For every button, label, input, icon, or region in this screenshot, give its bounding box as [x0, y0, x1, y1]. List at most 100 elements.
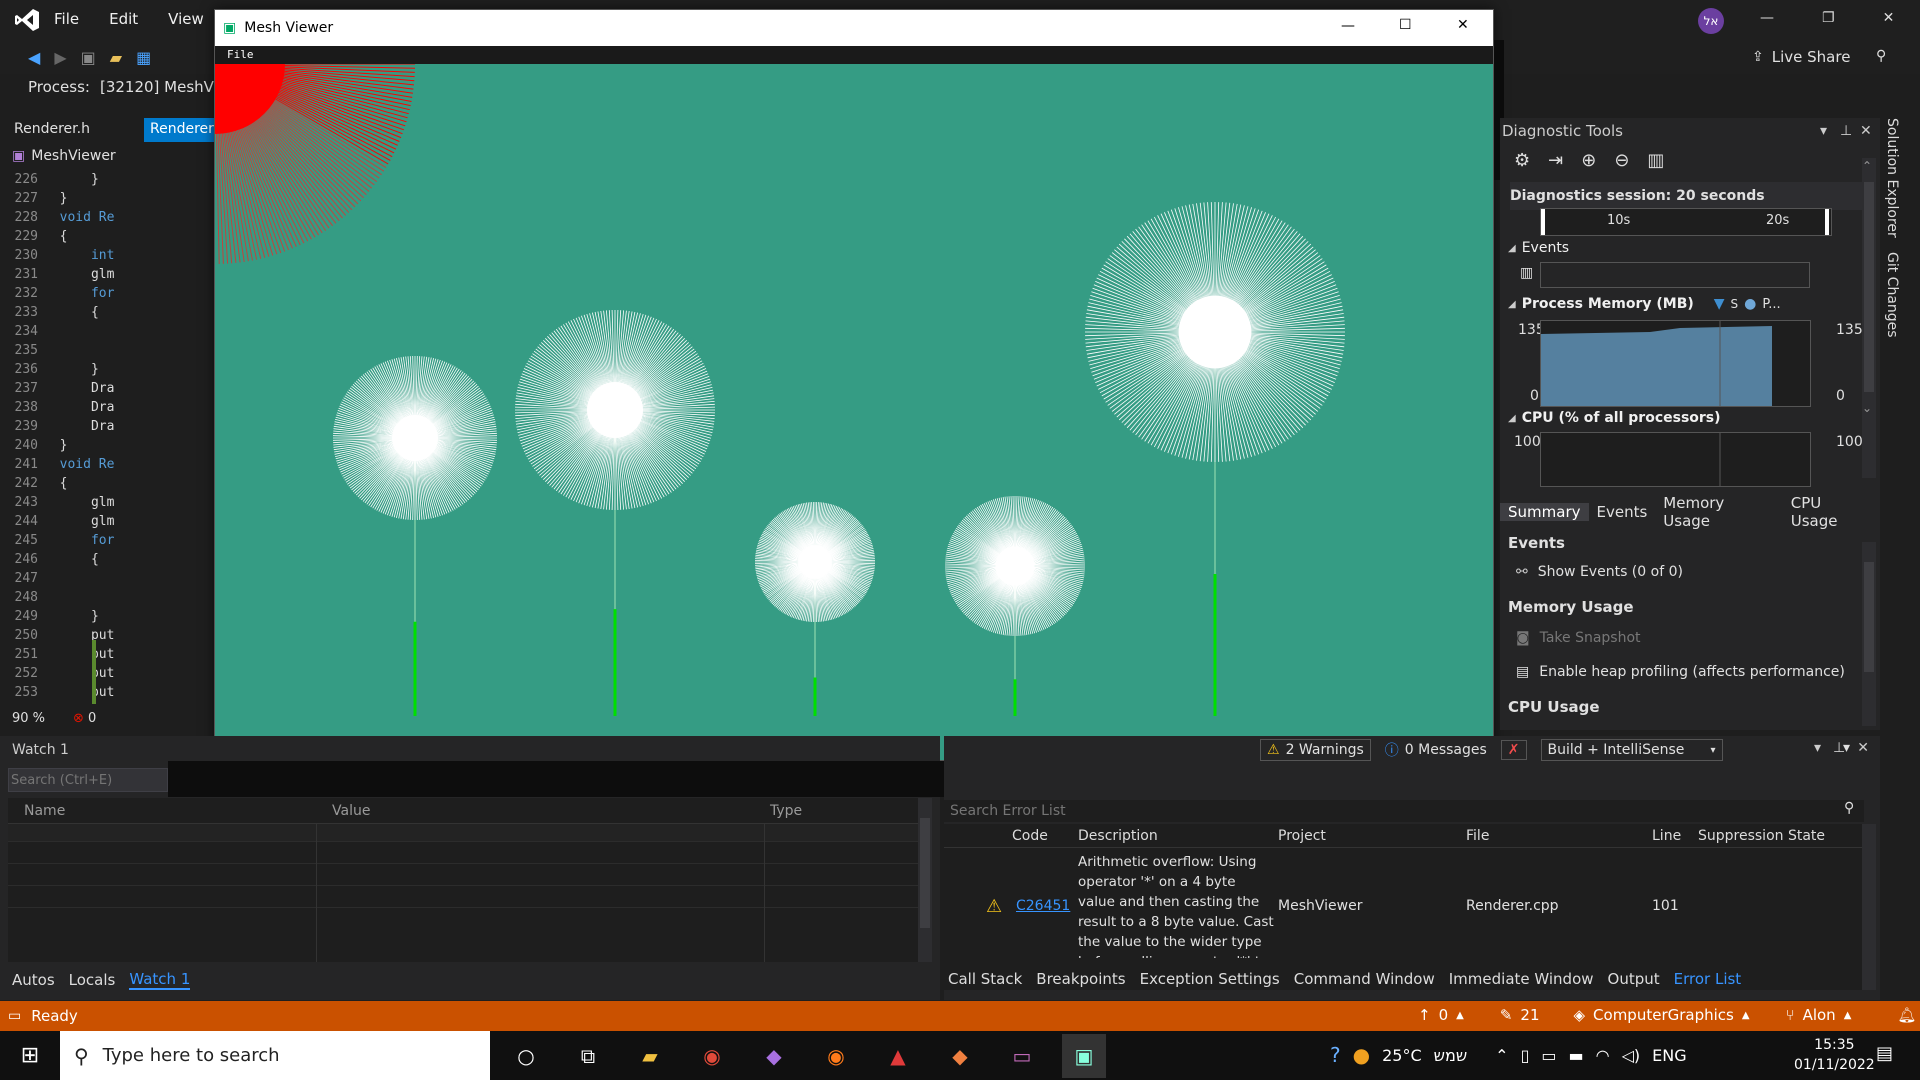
- tab-summary[interactable]: Summary: [1500, 503, 1589, 521]
- code-line[interactable]: 253 put: [0, 683, 170, 702]
- taskbar-search[interactable]: ⚲ Type here to search: [60, 1031, 490, 1080]
- clock[interactable]: 15:35 01/11/2022: [1794, 1035, 1875, 1075]
- code-line[interactable]: 226 }: [0, 170, 170, 189]
- table-row[interactable]: ⚠ C26451 Arithmetic overflow: Using oper…: [944, 848, 1862, 958]
- code-line[interactable]: 246 {: [0, 550, 170, 569]
- events-track[interactable]: [1540, 262, 1810, 288]
- autodesk-icon[interactable]: ▲: [876, 1034, 920, 1078]
- collapse-icon[interactable]: ◢: [1508, 243, 1516, 254]
- code-line[interactable]: 236 }: [0, 360, 170, 379]
- table-row[interactable]: [8, 824, 918, 842]
- col-file[interactable]: File: [1466, 828, 1652, 844]
- code-editor[interactable]: 226 } 227 } 228 void Re 229 {230 int 231 glm…: [0, 170, 170, 704]
- visual-studio-logo-icon[interactable]: [14, 8, 40, 32]
- tab-breakpoints[interactable]: Breakpoints: [1036, 970, 1125, 988]
- menu-file[interactable]: File: [54, 10, 79, 28]
- error-search-input[interactable]: [944, 800, 1864, 822]
- live-share-button[interactable]: ⇪ Live Share: [1752, 48, 1850, 66]
- mesh-close-icon[interactable]: ✕: [1457, 17, 1469, 33]
- collapse-icon[interactable]: ◢: [1508, 413, 1516, 424]
- tab-exception-settings[interactable]: Exception Settings: [1140, 970, 1280, 988]
- reset-view-icon[interactable]: ▥: [1647, 150, 1664, 171]
- code-line[interactable]: 230 int: [0, 246, 170, 265]
- messages-filter[interactable]: ⓘ 0 Messages: [1379, 738, 1493, 762]
- settings-gear-icon[interactable]: ⚙: [1514, 150, 1530, 171]
- close-panel-icon[interactable]: ✕: [1860, 123, 1872, 139]
- mesh-menu-file[interactable]: File: [227, 48, 254, 61]
- mesh-minimize-icon[interactable]: —: [1341, 18, 1355, 34]
- wifi-icon[interactable]: ◠: [1596, 1046, 1610, 1065]
- code-line[interactable]: 227 }: [0, 189, 170, 208]
- tab-output[interactable]: Output: [1608, 970, 1660, 988]
- code-line[interactable]: 247: [0, 569, 170, 588]
- code-line[interactable]: 248: [0, 588, 170, 607]
- git-icon[interactable]: ◆: [938, 1034, 982, 1078]
- table-row[interactable]: [8, 864, 918, 886]
- pin-icon[interactable]: ⚲: [1876, 48, 1886, 64]
- tab-call-stack[interactable]: Call Stack: [948, 970, 1022, 988]
- mesh-maximize-icon[interactable]: ☐: [1399, 17, 1412, 33]
- notifications-icon[interactable]: 🔔︎: [1897, 1006, 1916, 1024]
- code-line[interactable]: 245 for: [0, 531, 170, 550]
- battery-icon[interactable]: ▬: [1569, 1046, 1584, 1065]
- file-explorer-icon[interactable]: ▰: [628, 1034, 672, 1078]
- close-panel-icon[interactable]: ✕: [1857, 740, 1869, 756]
- col-line[interactable]: Line: [1652, 828, 1698, 844]
- tab-git-changes[interactable]: Git Changes: [1884, 252, 1900, 338]
- terminal-icon[interactable]: ▭: [1000, 1034, 1044, 1078]
- code-line[interactable]: 251 put: [0, 645, 170, 664]
- error-indicator[interactable]: ⊗ 0: [73, 711, 96, 726]
- col-description[interactable]: Description: [1078, 828, 1278, 844]
- col-code[interactable]: Code: [1012, 828, 1078, 844]
- code-line[interactable]: 252 put: [0, 664, 170, 683]
- heap-profiling-toggle[interactable]: ▤ Enable heap profiling (affects perform…: [1516, 664, 1845, 680]
- firefox-icon[interactable]: ◉: [814, 1034, 858, 1078]
- menu-view[interactable]: View: [168, 10, 204, 28]
- save-icon[interactable]: ▦: [136, 48, 151, 67]
- watch-col-type[interactable]: Type: [764, 803, 802, 819]
- action-center-icon[interactable]: ▤: [1876, 1043, 1893, 1064]
- open-folder-icon[interactable]: ▰: [110, 48, 122, 67]
- restore-icon[interactable]: ❐: [1822, 10, 1835, 26]
- display-icon[interactable]: ▭: [1541, 1046, 1556, 1065]
- col-project[interactable]: Project: [1278, 828, 1466, 844]
- take-snapshot-button[interactable]: ◙ Take Snapshot: [1516, 630, 1641, 646]
- tab-error-list[interactable]: Error List: [1674, 970, 1742, 988]
- code-line[interactable]: 242 {: [0, 474, 170, 493]
- error-code-link[interactable]: C26451: [1016, 898, 1070, 914]
- back-icon[interactable]: ◀: [28, 48, 40, 67]
- menu-edit[interactable]: Edit: [109, 10, 138, 28]
- watch-search-input[interactable]: [8, 768, 168, 792]
- summary-scrollbar[interactable]: [1862, 542, 1876, 726]
- windows-start-icon[interactable]: ⊞: [0, 1034, 60, 1078]
- watch-scrollbar[interactable]: [918, 798, 932, 962]
- dropdown-icon[interactable]: ▾: [1814, 740, 1821, 756]
- scroll-thumb[interactable]: [1864, 182, 1874, 392]
- tab-autos[interactable]: Autos: [12, 971, 55, 989]
- code-line[interactable]: 235: [0, 341, 170, 360]
- col-suppression-state[interactable]: Suppression State: [1698, 828, 1825, 844]
- pencil-icon[interactable]: ✎: [1500, 1006, 1513, 1024]
- show-events-link[interactable]: ⚯ Show Events (0 of 0): [1516, 564, 1683, 580]
- scope-dropdown[interactable]: ▣ MeshViewer: [12, 148, 116, 164]
- warnings-filter[interactable]: ⚠ 2 Warnings: [1260, 739, 1371, 761]
- zoom-dropdown[interactable]: 90 %: [12, 711, 45, 726]
- tab-memory-usage[interactable]: Memory Usage: [1655, 494, 1782, 530]
- code-line[interactable]: 233 {: [0, 303, 170, 322]
- help-icon[interactable]: ?: [1330, 1043, 1341, 1067]
- close-icon[interactable]: ✕: [1883, 10, 1895, 26]
- new-project-icon[interactable]: ▣: [81, 48, 96, 67]
- code-line[interactable]: 229 {: [0, 227, 170, 246]
- mesh-viewer-taskbar-icon[interactable]: ▣: [1062, 1033, 1106, 1078]
- push-icon[interactable]: ↑: [1418, 1006, 1431, 1024]
- watch-grid[interactable]: Name Value Type: [8, 798, 918, 962]
- timeline-start-handle[interactable]: [1541, 209, 1545, 235]
- pin-panel-icon[interactable]: ⊥: [1840, 123, 1852, 139]
- collapse-icon[interactable]: ◢: [1508, 299, 1516, 310]
- table-row[interactable]: [8, 886, 918, 908]
- diagnostics-scrollbar[interactable]: ⌃ ⌄: [1862, 158, 1876, 478]
- code-line[interactable]: 231 glm: [0, 265, 170, 284]
- watch-col-value[interactable]: Value: [318, 803, 764, 819]
- tab-locals[interactable]: Locals: [69, 971, 116, 989]
- code-line[interactable]: 243 glm: [0, 493, 170, 512]
